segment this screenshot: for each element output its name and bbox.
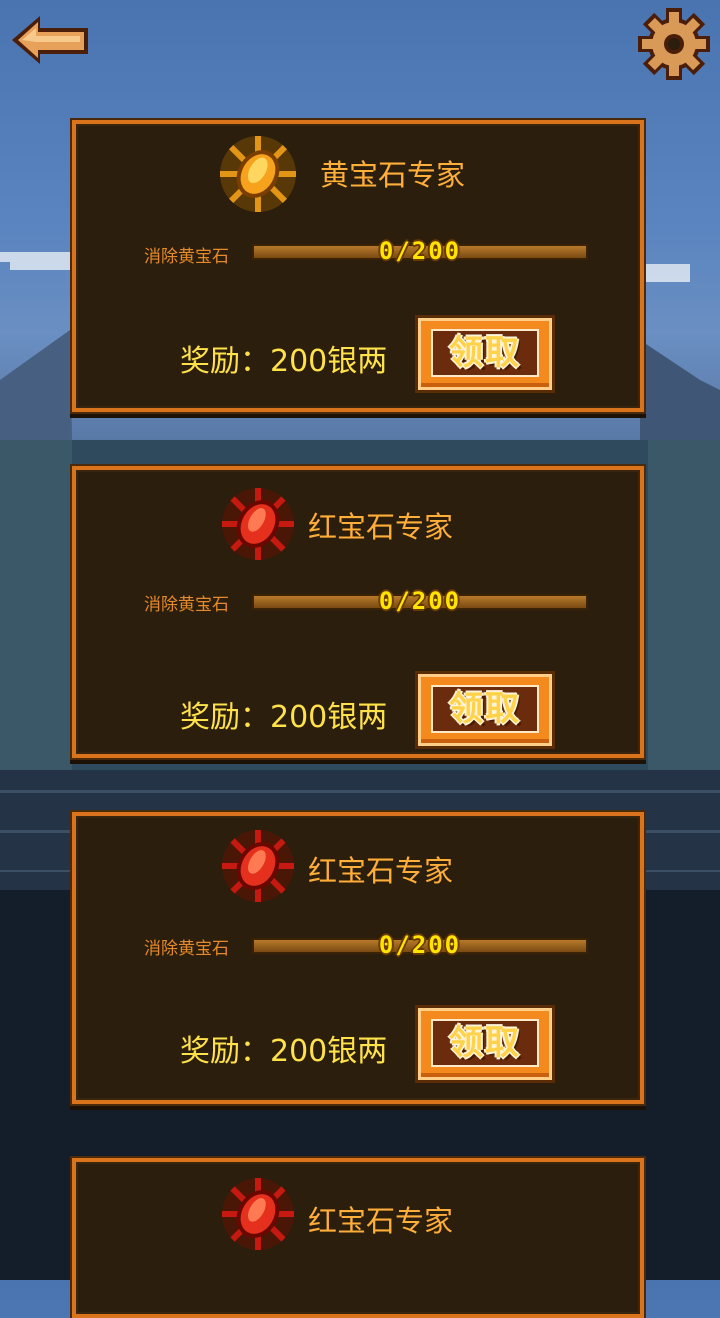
- reward-text: 奖励：200银两: [180, 344, 388, 379]
- claim-button-label: 领取: [449, 1023, 521, 1063]
- progress-bar: 0/200: [252, 931, 588, 959]
- gear-icon: [638, 8, 710, 80]
- ruby-icon: [216, 1172, 300, 1256]
- claim-button-label: 领取: [449, 689, 521, 729]
- top-bar: [0, 0, 720, 90]
- reward-text: 奖励：200银两: [180, 700, 388, 735]
- progress-bar: 0/200: [252, 237, 588, 265]
- progress-text: 0/200: [378, 587, 462, 615]
- achievement-title: 红宝石专家: [308, 510, 454, 544]
- ruby-icon: [216, 824, 300, 908]
- achievement-card: 红宝石专家 消除黄宝石 0/200 奖励：200银两 领取: [72, 466, 644, 758]
- achievement-card: 红宝石专家 消除黄宝石 0/200 奖励：200银两 领取: [72, 812, 644, 1104]
- claim-button[interactable]: 领取: [418, 674, 552, 746]
- task-label: 消除黄宝石: [144, 595, 229, 615]
- achievement-title: 红宝石专家: [308, 854, 454, 888]
- arrow-left-icon: [12, 16, 88, 64]
- progress-bar: 0/200: [252, 587, 588, 615]
- achievement-card: 红宝石专家: [72, 1158, 644, 1318]
- achievement-card: 黄宝石专家 消除黄宝石 0/200 奖励：200银两 领取: [72, 120, 644, 412]
- claim-button[interactable]: 领取: [418, 318, 552, 390]
- claim-button[interactable]: 领取: [418, 1008, 552, 1080]
- back-button[interactable]: [8, 12, 94, 68]
- achievement-title: 黄宝石专家: [320, 158, 466, 192]
- achievement-title: 红宝石专家: [308, 1204, 454, 1238]
- claim-button-label: 领取: [449, 333, 521, 373]
- topaz-icon: [216, 132, 300, 216]
- progress-text: 0/200: [378, 931, 462, 959]
- progress-text: 0/200: [378, 237, 462, 265]
- settings-button[interactable]: [636, 6, 712, 82]
- task-label: 消除黄宝石: [144, 939, 229, 959]
- task-label: 消除黄宝石: [144, 247, 229, 267]
- ruby-icon: [216, 482, 300, 566]
- reward-text: 奖励：200银两: [180, 1034, 388, 1069]
